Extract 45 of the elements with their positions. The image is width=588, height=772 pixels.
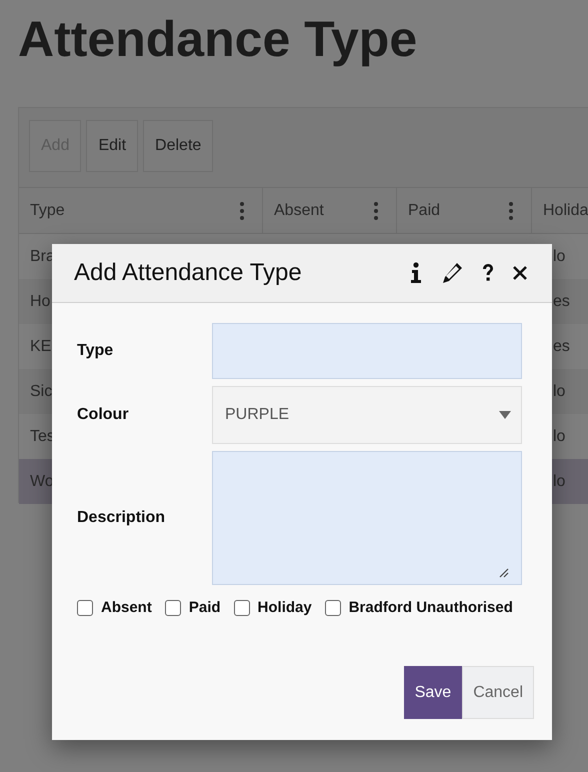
table-cell: lo [553, 248, 566, 266]
column-menu-icon[interactable] [374, 202, 378, 220]
table-cell: es [553, 292, 570, 310]
table-cell: Ho [30, 292, 50, 310]
table-cell: lo [553, 382, 566, 400]
page-title: Attendance Type [17, 10, 418, 68]
column-header[interactable]: Paid [397, 188, 532, 233]
toolbar-button[interactable]: Delete [143, 120, 214, 172]
column-title: Holida [543, 202, 588, 220]
field-label: Colour [77, 406, 130, 424]
checkbox-label: Absent [101, 599, 152, 616]
toolbar-button[interactable]: Edit [86, 120, 138, 172]
dialog-button[interactable]: Cancel [462, 666, 534, 719]
info-icon[interactable] [410, 262, 422, 284]
close-icon[interactable] [512, 265, 528, 281]
checkbox[interactable] [234, 600, 250, 616]
column-header[interactable]: Absent [263, 188, 397, 233]
resize-grip-icon[interactable] [499, 568, 509, 578]
checkbox-label: Holiday [258, 599, 312, 616]
dialog-button[interactable]: Save [404, 666, 462, 719]
dialog-title: Add Attendance Type [74, 259, 302, 287]
column-header[interactable]: Holida [532, 188, 588, 233]
checkbox-label: Bradford Unauthorised [348, 599, 513, 616]
field-label: Description [77, 509, 166, 527]
column-title: Type [30, 202, 65, 220]
checkbox-label: Paid [188, 599, 221, 616]
checkbox[interactable] [324, 600, 341, 616]
field-label: Type [77, 342, 114, 360]
column-menu-icon[interactable] [509, 202, 513, 220]
caret-icon [499, 411, 511, 419]
input-field[interactable] [212, 323, 522, 379]
column-title: Paid [408, 202, 440, 220]
table-cell: es [553, 338, 570, 356]
dropdown[interactable]: PURPLE [212, 386, 522, 444]
table-cell: lo [553, 428, 566, 446]
table-cell: Sic [30, 382, 52, 400]
table-cell: lo [553, 472, 566, 490]
table-cell: KE [30, 338, 52, 356]
column-title: Absent [274, 202, 324, 220]
column-menu-icon[interactable] [240, 202, 244, 220]
help-icon[interactable] [482, 263, 494, 283]
pencil-icon[interactable] [440, 261, 464, 285]
checkbox[interactable] [164, 600, 181, 616]
column-header[interactable]: Type [19, 188, 263, 233]
checkbox[interactable] [77, 600, 93, 616]
